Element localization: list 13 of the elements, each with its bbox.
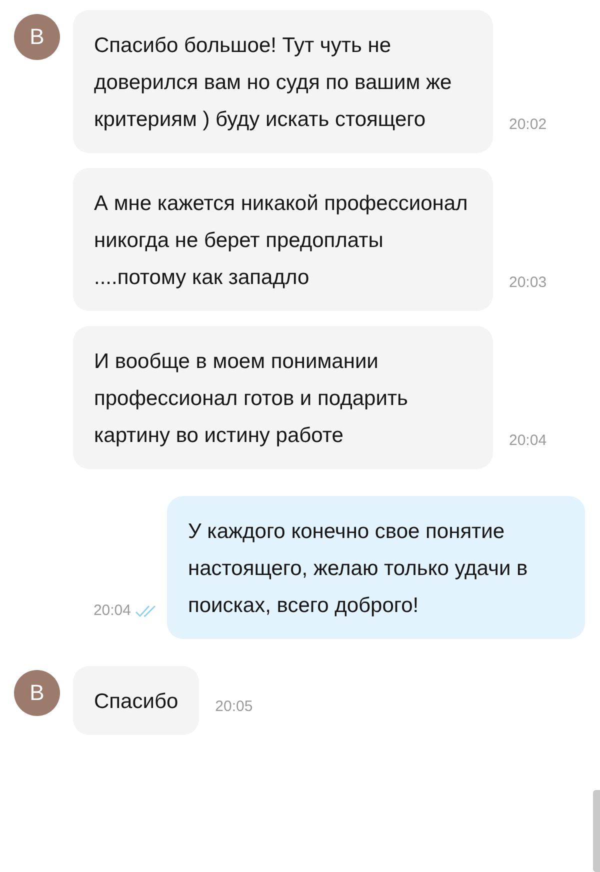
- message-text: И вообще в моем понимании профессионал готов и подарить картину во истину работе: [94, 349, 409, 449]
- avatar[interactable]: В: [14, 14, 60, 60]
- message-text: У каждого конечно свое понятие настоящего, желаю только удачи в поисках, всего доброго!: [188, 519, 529, 619]
- message-time: 20:03: [508, 274, 547, 293]
- message-text: А мне кажется никакой профессионал никогда не берет предоплаты ....потому как западло: [94, 191, 469, 291]
- message-time: 20:04: [93, 602, 132, 621]
- message-time: 20:02: [508, 116, 547, 135]
- message-text: Спасибо большое! Тут чуть не доверился вам но судя по вашим же критериям ) буду искать стоящего: [94, 33, 453, 133]
- scrollbar[interactable]: [593, 790, 600, 872]
- message-time: 20:04: [508, 432, 547, 451]
- message-time: 20:05: [214, 698, 253, 717]
- message-text: Спасибо: [94, 689, 178, 715]
- avatar[interactable]: В: [14, 670, 60, 716]
